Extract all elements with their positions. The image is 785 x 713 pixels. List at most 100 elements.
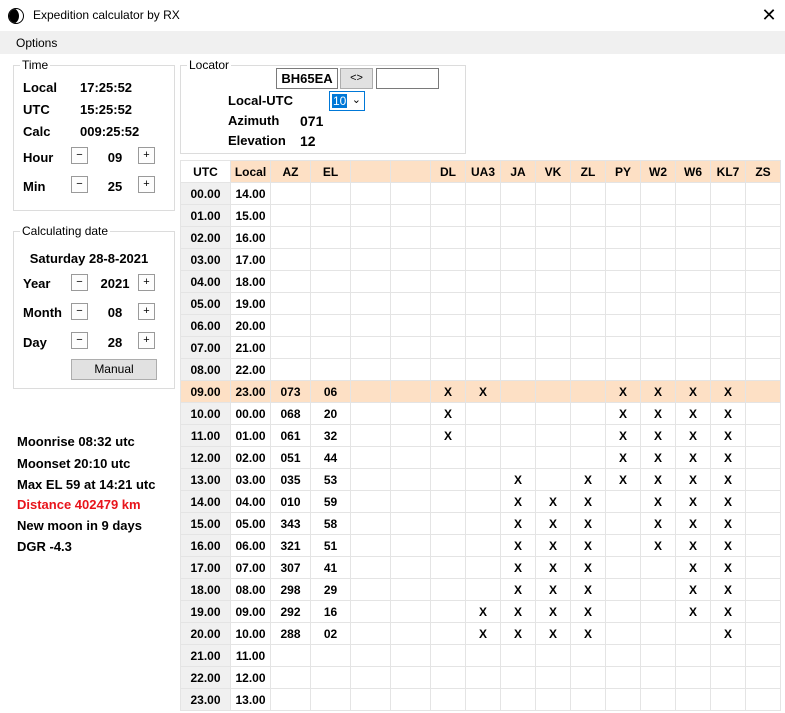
table-cell[interactable] [430,666,466,689]
table-cell[interactable]: X [500,622,536,645]
table-cell[interactable] [390,644,431,667]
table-cell[interactable] [710,226,746,249]
table-cell[interactable]: 10.00 [180,402,231,425]
table-cell[interactable] [605,512,641,535]
table-cell[interactable] [270,204,311,227]
table-cell[interactable] [350,292,391,315]
table-cell[interactable]: 00.00 [180,182,231,205]
table-cell[interactable]: 07.00 [230,556,271,579]
table-cell[interactable] [745,446,781,469]
table-cell[interactable]: 08.00 [180,358,231,381]
table-cell[interactable]: 05.00 [230,512,271,535]
table-cell[interactable] [390,556,431,579]
table-cell[interactable]: X [710,622,746,645]
table-cell[interactable] [640,336,676,359]
table-cell[interactable] [570,666,606,689]
table-row[interactable]: 11.00 01.00 061 32 X X X X X [180,424,781,447]
table-cell[interactable] [465,358,501,381]
table-cell[interactable] [500,358,536,381]
table-cell[interactable] [350,336,391,359]
table-cell[interactable] [745,336,781,359]
table-row[interactable]: 04.00 18.00 [180,270,781,293]
table-cell[interactable]: 19.00 [180,600,231,623]
table-cell[interactable]: X [640,380,676,403]
table-cell[interactable] [640,556,676,579]
table-cell[interactable] [390,468,431,491]
table-cell[interactable]: 44 [310,446,351,469]
table-cell[interactable] [465,534,501,557]
table-cell[interactable] [350,402,391,425]
column-header[interactable]: KL7 [710,160,746,183]
table-cell[interactable] [350,534,391,557]
table-cell[interactable]: X [710,402,746,425]
table-cell[interactable]: X [710,490,746,513]
table-cell[interactable] [535,292,571,315]
table-cell[interactable] [270,226,311,249]
table-cell[interactable]: X [465,380,501,403]
column-header[interactable]: PY [605,160,641,183]
table-cell[interactable]: 035 [270,468,311,491]
table-row[interactable]: 03.00 17.00 [180,248,781,271]
table-cell[interactable]: X [675,424,711,447]
table-cell[interactable]: X [710,380,746,403]
table-cell[interactable]: X [465,600,501,623]
table-cell[interactable] [465,644,501,667]
table-cell[interactable] [390,534,431,557]
table-cell[interactable] [605,226,641,249]
table-cell[interactable] [710,336,746,359]
table-cell[interactable]: X [640,402,676,425]
table-cell[interactable] [745,182,781,205]
table-cell[interactable]: X [605,468,641,491]
table-cell[interactable] [350,248,391,271]
month-increment-button[interactable]: + [138,303,155,320]
table-cell[interactable] [535,336,571,359]
table-cell[interactable] [605,688,641,711]
table-cell[interactable] [605,578,641,601]
table-cell[interactable] [465,468,501,491]
table-cell[interactable] [745,292,781,315]
table-cell[interactable] [640,688,676,711]
table-cell[interactable]: 02 [310,622,351,645]
table-cell[interactable] [710,314,746,337]
table-cell[interactable] [535,424,571,447]
table-cell[interactable]: 06 [310,380,351,403]
table-cell[interactable] [350,622,391,645]
table-cell[interactable] [465,578,501,601]
table-cell[interactable] [390,490,431,513]
table-cell[interactable]: 51 [310,534,351,557]
table-cell[interactable] [500,380,536,403]
table-cell[interactable] [710,270,746,293]
table-cell[interactable] [570,226,606,249]
table-row[interactable]: 17.00 07.00 307 41 X X X X X [180,556,781,579]
table-cell[interactable] [350,270,391,293]
table-cell[interactable]: X [535,600,571,623]
table-cell[interactable] [350,204,391,227]
column-header[interactable]: W6 [675,160,711,183]
table-cell[interactable]: 04.00 [180,270,231,293]
table-cell[interactable]: 05.00 [180,292,231,315]
table-cell[interactable]: 23.00 [180,688,231,711]
table-cell[interactable] [500,402,536,425]
table-cell[interactable]: X [500,490,536,513]
table-cell[interactable] [535,182,571,205]
table-cell[interactable] [465,204,501,227]
month-decrement-button[interactable]: − [71,303,88,320]
table-cell[interactable] [310,314,351,337]
table-cell[interactable]: 03.00 [230,468,271,491]
table-cell[interactable]: X [675,534,711,557]
table-cell[interactable] [500,688,536,711]
table-cell[interactable] [500,226,536,249]
table-cell[interactable]: 29 [310,578,351,601]
table-cell[interactable] [675,622,711,645]
table-cell[interactable] [350,512,391,535]
table-cell[interactable] [500,644,536,667]
table-cell[interactable] [605,336,641,359]
table-row[interactable]: 12.00 02.00 051 44 X X X X [180,446,781,469]
table-cell[interactable]: X [535,534,571,557]
table-cell[interactable] [535,314,571,337]
table-cell[interactable] [310,666,351,689]
table-cell[interactable] [640,292,676,315]
table-cell[interactable]: 21.00 [180,644,231,667]
table-cell[interactable]: 02.00 [180,226,231,249]
table-cell[interactable] [675,292,711,315]
